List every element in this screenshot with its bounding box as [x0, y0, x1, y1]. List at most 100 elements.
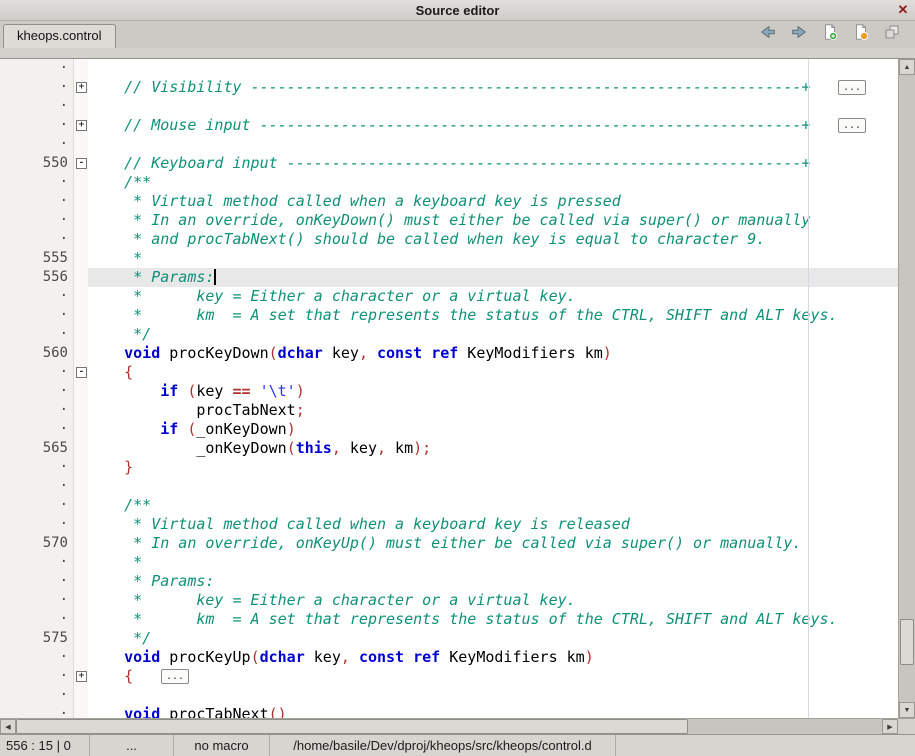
code-line[interactable]: · * Params:	[0, 572, 898, 591]
code-line[interactable]: ·+ // Mouse input ----------------------…	[0, 116, 898, 135]
fold-margin[interactable]: +	[73, 116, 88, 135]
code-line-text[interactable]: {...	[88, 667, 898, 686]
fold-margin[interactable]: -	[73, 154, 88, 173]
collapsed-fold-ellipsis[interactable]: ...	[838, 118, 866, 133]
line-number[interactable]: ·	[0, 515, 73, 534]
line-number[interactable]: 555	[0, 249, 73, 268]
previous-button[interactable]	[758, 25, 778, 45]
code-line-text[interactable]: * In an override, onKeyUp() must either …	[88, 534, 898, 553]
code-line-text[interactable]: * Virtual method called when a keyboard …	[88, 515, 898, 534]
code-line[interactable]: · * In an override, onKeyDown() must eit…	[0, 211, 898, 230]
code-line[interactable]: · * Virtual method called when a keyboar…	[0, 515, 898, 534]
line-number[interactable]: ·	[0, 401, 73, 420]
line-number[interactable]: ·	[0, 496, 73, 515]
code-line-text[interactable]: * Params:	[88, 572, 898, 591]
code-line[interactable]: · void procKeyUp(dchar key, const ref Ke…	[0, 648, 898, 667]
code-line[interactable]: 550- // Keyboard input -----------------…	[0, 154, 898, 173]
code-line-text[interactable]: * key = Either a character or a virtual …	[88, 287, 898, 306]
code-line-text[interactable]	[88, 135, 898, 154]
code-line-text[interactable]: procTabNext;	[88, 401, 898, 420]
code-line-text[interactable]: */	[88, 629, 898, 648]
line-number[interactable]: ·	[0, 591, 73, 610]
line-number[interactable]: ·	[0, 667, 73, 686]
fold-expand-icon[interactable]: +	[76, 671, 87, 682]
line-number[interactable]: ·	[0, 420, 73, 439]
line-number[interactable]: ·	[0, 553, 73, 572]
code-line[interactable]: · *	[0, 553, 898, 572]
code-line-text[interactable]: // Keyboard input ----------------------…	[88, 154, 898, 173]
vertical-scrollbar-thumb[interactable]	[900, 619, 914, 665]
code-line-text[interactable]: /**	[88, 173, 898, 192]
horizontal-scrollbar[interactable]: ◀ ▶	[0, 718, 898, 734]
code-line-text[interactable]	[88, 477, 898, 496]
line-number[interactable]: ·	[0, 382, 73, 401]
detach-button[interactable]	[882, 25, 902, 45]
code-line[interactable]: · /**	[0, 173, 898, 192]
fold-collapse-icon[interactable]: -	[76, 367, 87, 378]
code-line[interactable]: · * km = A set that represents the statu…	[0, 306, 898, 325]
code-line[interactable]: 556 * Params:	[0, 268, 898, 287]
code-line[interactable]: · * Virtual method called when a keyboar…	[0, 192, 898, 211]
tab-kheops-control[interactable]: kheops.control	[3, 24, 116, 48]
collapsed-fold-ellipsis[interactable]: ...	[838, 80, 866, 95]
code-line[interactable]: ·	[0, 686, 898, 705]
code-line-text[interactable]: * In an override, onKeyDown() must eithe…	[88, 211, 898, 230]
code-line[interactable]: · void procTabNext()	[0, 705, 898, 718]
save-document-button[interactable]	[851, 25, 871, 45]
code-line-text[interactable]: {	[88, 363, 898, 382]
code-line-text[interactable]: /**	[88, 496, 898, 515]
code-line-text[interactable]: */	[88, 325, 898, 344]
code-line[interactable]: ·+ // Visibility -----------------------…	[0, 78, 898, 97]
line-number[interactable]: ·	[0, 363, 73, 382]
line-number[interactable]: ·	[0, 458, 73, 477]
line-number[interactable]: ·	[0, 211, 73, 230]
code-line[interactable]: · /**	[0, 496, 898, 515]
current-code-line-text[interactable]: * Params:	[88, 268, 898, 287]
line-number[interactable]: 560	[0, 344, 73, 363]
code-line[interactable]: · * key = Either a character or a virtua…	[0, 287, 898, 306]
code-line[interactable]: · if (_onKeyDown)	[0, 420, 898, 439]
code-editor[interactable]: ··+ // Visibility ----------------------…	[0, 58, 915, 718]
line-number[interactable]: ·	[0, 572, 73, 591]
code-line-text[interactable]: * Virtual method called when a keyboard …	[88, 192, 898, 211]
line-number[interactable]: ·	[0, 287, 73, 306]
fold-margin[interactable]: -	[73, 363, 88, 382]
line-number[interactable]: 556	[0, 268, 73, 287]
line-number[interactable]: ·	[0, 610, 73, 629]
code-line[interactable]: 565 _onKeyDown(this, key, km);	[0, 439, 898, 458]
code-line-text[interactable]: * key = Either a character or a virtual …	[88, 591, 898, 610]
code-line[interactable]: 555 *	[0, 249, 898, 268]
code-line-text[interactable]: // Visibility --------------------------…	[88, 78, 898, 97]
code-line-text[interactable]	[88, 97, 898, 116]
scroll-up-icon[interactable]: ▲	[899, 59, 915, 75]
code-line[interactable]: ·	[0, 477, 898, 496]
code-line-text[interactable]: *	[88, 553, 898, 572]
code-line-text[interactable]	[88, 686, 898, 705]
code-line-text[interactable]	[88, 59, 898, 78]
code-line-text[interactable]: if (_onKeyDown)	[88, 420, 898, 439]
fold-expand-icon[interactable]: +	[76, 120, 87, 131]
line-number[interactable]: ·	[0, 705, 73, 718]
code-line-text[interactable]: * and procTabNext() should be called whe…	[88, 230, 898, 249]
new-document-button[interactable]	[820, 25, 840, 45]
collapsed-fold-ellipsis[interactable]: ...	[161, 669, 189, 684]
scroll-down-icon[interactable]: ▼	[899, 702, 915, 718]
code-line[interactable]: · procTabNext;	[0, 401, 898, 420]
line-number[interactable]: ·	[0, 192, 73, 211]
code-line-text[interactable]: }	[88, 458, 898, 477]
fold-collapse-icon[interactable]: -	[76, 158, 87, 169]
code-line[interactable]: · * key = Either a character or a virtua…	[0, 591, 898, 610]
line-number[interactable]: ·	[0, 325, 73, 344]
code-line-text[interactable]: void procKeyUp(dchar key, const ref KeyM…	[88, 648, 898, 667]
fold-margin[interactable]: +	[73, 78, 88, 97]
line-number[interactable]: ·	[0, 97, 73, 116]
code-line[interactable]: ·	[0, 97, 898, 116]
code-line[interactable]: ·+ {...	[0, 667, 898, 686]
horizontal-scrollbar-thumb[interactable]	[16, 719, 688, 734]
code-line[interactable]: · * km = A set that represents the statu…	[0, 610, 898, 629]
code-line-text[interactable]: // Mouse input -------------------------…	[88, 116, 898, 135]
line-number[interactable]: ·	[0, 306, 73, 325]
scroll-left-icon[interactable]: ◀	[0, 719, 16, 734]
code-line[interactable]: ·	[0, 59, 898, 78]
code-line[interactable]: · }	[0, 458, 898, 477]
